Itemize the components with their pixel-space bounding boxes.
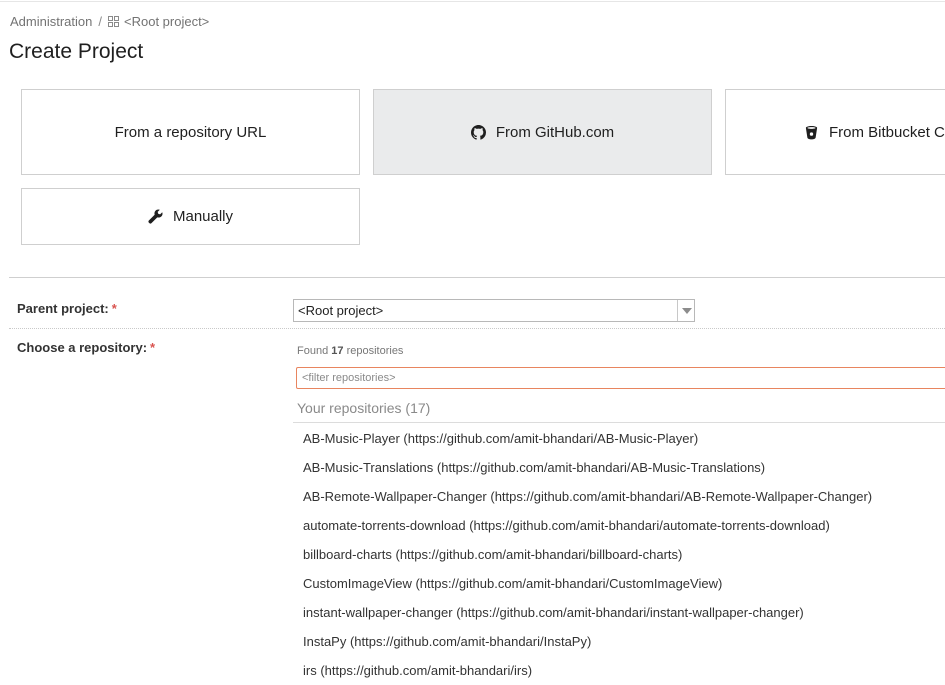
repository-item[interactable]: irs (https://github.com/amit-bhandari/ir… bbox=[303, 662, 872, 685]
from-github-tile[interactable]: From GitHub.com bbox=[373, 89, 712, 175]
parent-project-label-text: Parent project: bbox=[17, 301, 109, 316]
repository-item[interactable]: automate-torrents-download (https://gith… bbox=[303, 517, 872, 546]
bitbucket-icon bbox=[805, 125, 818, 139]
repository-item[interactable]: AB-Music-Translations (https://github.co… bbox=[303, 459, 872, 488]
manually-tile[interactable]: Manually bbox=[21, 188, 360, 245]
tile-label: From GitHub.com bbox=[495, 123, 615, 141]
github-icon bbox=[470, 124, 486, 140]
top-divider bbox=[0, 1, 945, 2]
found-count: 17 bbox=[331, 345, 344, 357]
tile-label: From a repository URL bbox=[114, 123, 267, 141]
form-row-divider bbox=[9, 328, 945, 329]
choose-repository-label-text: Choose a repository: bbox=[17, 340, 148, 355]
repository-item[interactable]: CustomImageView (https://github.com/amit… bbox=[303, 575, 872, 604]
required-marker: * bbox=[111, 301, 117, 316]
tile-label: Manually bbox=[172, 208, 234, 225]
filter-repositories-input[interactable] bbox=[296, 367, 945, 389]
grid-icon bbox=[108, 16, 119, 27]
repository-item[interactable]: AB-Music-Player (https://github.com/amit… bbox=[303, 430, 872, 459]
breadcrumb-root-project-link[interactable]: <Root project> bbox=[124, 14, 209, 29]
required-marker: * bbox=[150, 340, 156, 355]
choose-repository-label: Choose a repository: * bbox=[17, 340, 155, 355]
from-repository-url-tile[interactable]: From a repository URL bbox=[21, 89, 360, 175]
breadcrumb-separator: / bbox=[98, 14, 102, 29]
parent-project-select[interactable]: <Root project> bbox=[293, 299, 695, 322]
repository-item[interactable]: InstaPy (https://github.com/amit-bhandar… bbox=[303, 633, 872, 662]
repository-item[interactable]: AB-Remote-Wallpaper-Changer (https://git… bbox=[303, 488, 872, 517]
found-prefix: Found bbox=[297, 345, 329, 357]
repository-item[interactable]: instant-wallpaper-changer (https://githu… bbox=[303, 604, 872, 633]
repository-item[interactable]: billboard-charts (https://github.com/ami… bbox=[303, 546, 872, 575]
repositories-heading-divider bbox=[293, 422, 945, 423]
page-title: Create Project bbox=[9, 40, 144, 63]
your-repositories-heading: Your repositories (17) bbox=[297, 400, 431, 416]
section-divider bbox=[9, 277, 945, 278]
parent-project-value: <Root project> bbox=[298, 303, 384, 318]
tile-label: From Bitbucket C bbox=[829, 123, 945, 141]
create-project-page: Administration / <Root project> Create P… bbox=[0, 0, 945, 685]
found-suffix: repositories bbox=[346, 345, 404, 357]
parent-project-label: Parent project: * bbox=[17, 301, 117, 316]
from-bitbucket-tile[interactable]: From Bitbucket C bbox=[725, 89, 945, 175]
breadcrumb: Administration / <Root project> bbox=[10, 14, 209, 29]
chevron-down-icon[interactable] bbox=[677, 300, 694, 321]
found-repositories-count: Found 17 repositories bbox=[297, 345, 403, 357]
breadcrumb-administration-link[interactable]: Administration bbox=[10, 14, 92, 29]
repository-list: AB-Music-Player (https://github.com/amit… bbox=[303, 430, 872, 685]
wrench-icon bbox=[148, 209, 163, 224]
